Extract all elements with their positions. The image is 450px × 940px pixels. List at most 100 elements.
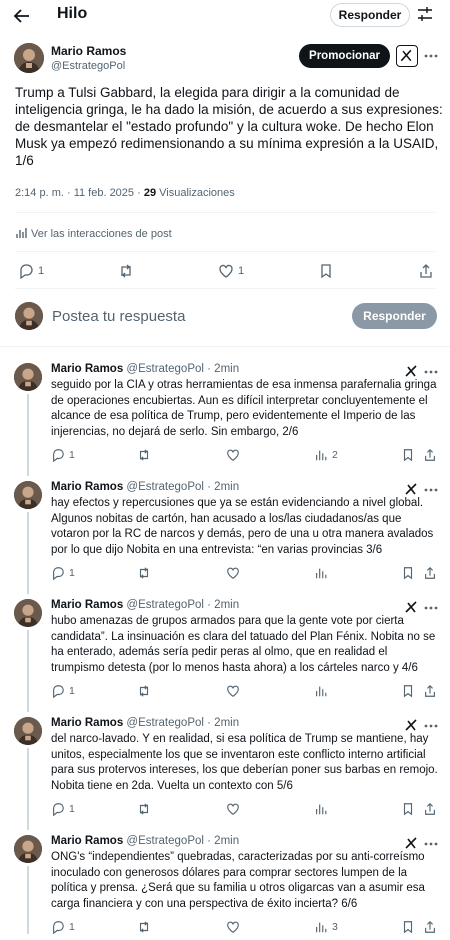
bookmark-icon [403, 803, 413, 816]
reply-post[interactable]: Mario Ramos @EstrategoPol · 2min ONG's “i… [0, 835, 450, 940]
repost-button[interactable] [137, 566, 151, 580]
avatar[interactable] [14, 717, 42, 745]
grok-icon[interactable] [404, 836, 418, 850]
reply-button[interactable]: 1 [51, 684, 75, 698]
reply-time[interactable]: · 2min [207, 835, 239, 847]
reply-author-name[interactable]: Mario Ramos [51, 481, 123, 493]
reply-button[interactable]: 1 [51, 802, 75, 816]
bookmark-button[interactable] [318, 263, 334, 279]
bookmark-button[interactable] [401, 566, 415, 580]
like-button[interactable] [226, 802, 240, 816]
avatar[interactable] [14, 835, 42, 863]
like-icon [219, 264, 233, 278]
share-button[interactable] [423, 920, 437, 934]
repost-icon [139, 921, 149, 933]
repost-button[interactable] [137, 448, 151, 462]
promote-button[interactable]: Promocionar [299, 44, 390, 68]
reply-author-handle[interactable]: @EstrategoPol [126, 835, 204, 847]
reply-time[interactable]: · 2min [207, 481, 239, 493]
author-name[interactable]: Mario Ramos [51, 44, 126, 58]
repost-button[interactable] [118, 263, 134, 279]
repost-button[interactable] [137, 802, 151, 816]
reply-button[interactable]: 1 [18, 263, 44, 279]
like-icon [227, 803, 239, 815]
reply-text: hubo amenazas de grupos armados para que… [51, 615, 436, 674]
divider [15, 251, 435, 252]
reply-header: Mario Ramos @EstrategoPol · 2min [51, 481, 239, 493]
grok-icon[interactable] [404, 600, 418, 614]
more-icon[interactable] [424, 54, 438, 58]
reply-button[interactable]: 1 [51, 448, 75, 462]
reply-time[interactable]: · 2min [207, 717, 239, 729]
divider [15, 212, 435, 213]
repost-icon [121, 264, 131, 278]
repost-button[interactable] [137, 684, 151, 698]
header-reply-button[interactable]: Responder [330, 3, 410, 27]
reply-time[interactable]: · 2min [207, 599, 239, 611]
reply-input[interactable]: Postea tu respuesta [52, 308, 185, 325]
grok-icon[interactable] [404, 482, 418, 496]
like-button[interactable]: 1 [218, 263, 244, 279]
views-button[interactable] [314, 684, 332, 698]
avatar[interactable] [14, 43, 44, 73]
reply-author-name[interactable]: Mario Ramos [51, 835, 123, 847]
more-icon[interactable] [424, 488, 438, 492]
reply-post[interactable]: Mario Ramos @EstrategoPol · 2min hubo ame… [0, 599, 450, 712]
more-icon[interactable] [424, 370, 438, 374]
bookmark-button[interactable] [401, 448, 415, 462]
like-button[interactable] [226, 566, 240, 580]
reply-count: 1 [69, 449, 75, 461]
reply-author-handle[interactable]: @EstrategoPol [126, 481, 204, 493]
compose-reply-button[interactable]: Responder [352, 303, 437, 329]
views-button[interactable] [314, 566, 332, 580]
reply-post[interactable]: Mario Ramos @EstrategoPol · 2min del narc… [0, 717, 450, 830]
bookmark-button[interactable] [401, 920, 415, 934]
views-icon [316, 686, 327, 697]
author-handle[interactable]: @EstrategoPol [51, 60, 125, 72]
like-button[interactable] [226, 920, 240, 934]
views-button[interactable]: 3 [314, 920, 338, 934]
reply-text: hay efectos y repercusiones que ya se es… [51, 497, 434, 556]
reply-author-name[interactable]: Mario Ramos [51, 599, 123, 611]
share-button[interactable] [423, 802, 437, 816]
repost-button[interactable] [137, 920, 151, 934]
share-button[interactable] [423, 448, 437, 462]
reply-author-handle[interactable]: @EstrategoPol [126, 717, 204, 729]
reply-post[interactable]: Mario Ramos @EstrategoPol · 2min seguido … [0, 363, 450, 476]
reply-icon [53, 567, 64, 580]
reply-time[interactable]: · 2min [207, 363, 239, 375]
like-icon [227, 921, 239, 933]
share-button[interactable] [423, 566, 437, 580]
reply-post[interactable]: Mario Ramos @EstrategoPol · 2min hay efec… [0, 481, 450, 594]
reply-icon [53, 449, 64, 462]
share-button[interactable] [418, 263, 434, 279]
reply-button[interactable]: 1 [51, 920, 75, 934]
avatar[interactable] [14, 363, 42, 391]
share-icon [425, 448, 435, 461]
share-button[interactable] [423, 684, 437, 698]
post-interactions-link[interactable]: Ver las interacciones de post [15, 227, 172, 240]
grok-button[interactable] [396, 45, 418, 67]
avatar[interactable] [14, 481, 42, 509]
more-icon[interactable] [424, 606, 438, 610]
tune-icon[interactable] [417, 6, 433, 22]
more-icon[interactable] [424, 842, 438, 846]
reply-author-name[interactable]: Mario Ramos [51, 363, 123, 375]
more-icon[interactable] [424, 724, 438, 728]
avatar[interactable] [14, 599, 42, 627]
grok-icon[interactable] [404, 718, 418, 732]
avatar [15, 302, 43, 330]
views-button[interactable] [314, 802, 332, 816]
bookmark-button[interactable] [401, 684, 415, 698]
back-arrow-icon[interactable] [12, 6, 32, 26]
reply-author-handle[interactable]: @EstrategoPol [126, 599, 204, 611]
reply-author-handle[interactable]: @EstrategoPol [126, 363, 204, 375]
reply-author-name[interactable]: Mario Ramos [51, 717, 123, 729]
bookmark-button[interactable] [401, 802, 415, 816]
like-button[interactable] [226, 448, 240, 462]
views-button[interactable]: 2 [314, 448, 338, 462]
like-button[interactable] [226, 684, 240, 698]
reply-button[interactable]: 1 [51, 566, 75, 580]
reply-header: Mario Ramos @EstrategoPol · 2min [51, 363, 239, 375]
grok-icon[interactable] [404, 364, 418, 378]
